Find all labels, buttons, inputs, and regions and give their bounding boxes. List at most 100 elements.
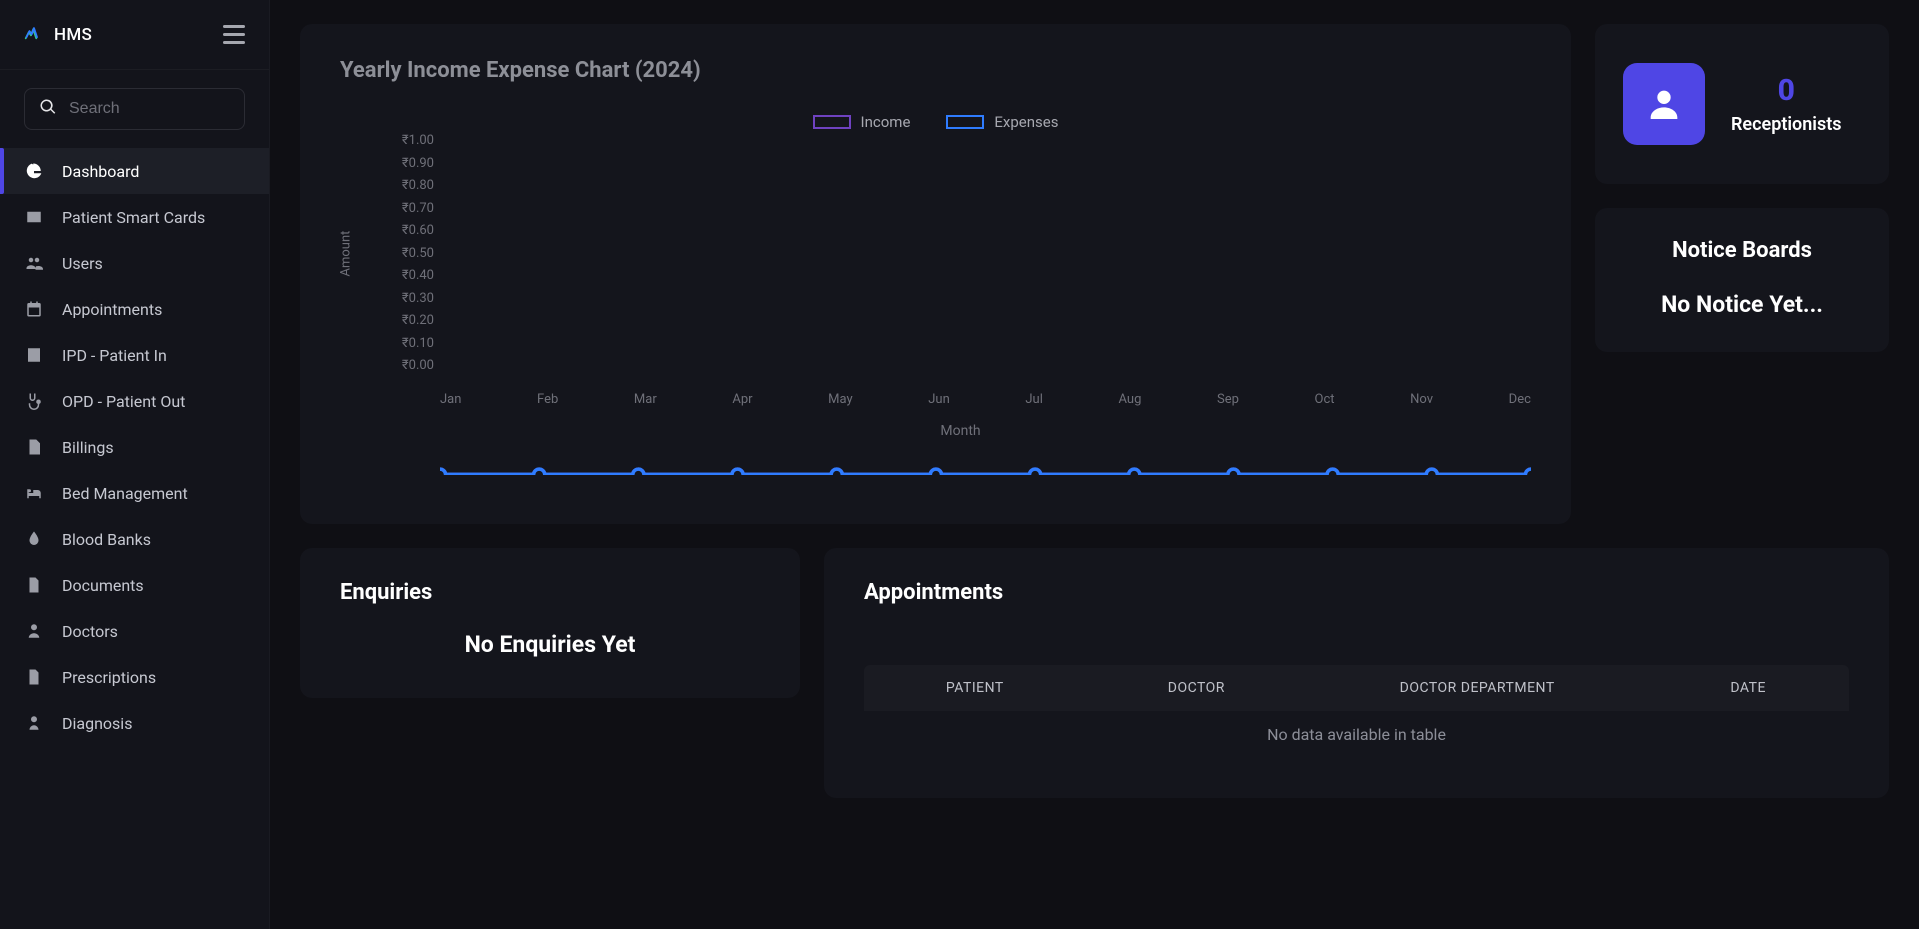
x-tick: May xyxy=(828,392,852,407)
x-tick: Jun xyxy=(928,392,950,407)
sidebar-item-label: Blood Banks xyxy=(62,530,151,549)
sidebar-item-label: IPD - Patient In xyxy=(62,346,167,365)
blood-drop-icon xyxy=(24,530,44,548)
stethoscope-icon xyxy=(24,392,44,410)
stat-value: 0 xyxy=(1731,73,1842,108)
appointments-title: Appointments xyxy=(864,580,1849,605)
menu-toggle-button[interactable] xyxy=(223,25,245,44)
appointments-empty-text: No data available in table xyxy=(864,711,1849,758)
stat-label: Receptionists xyxy=(1731,114,1842,135)
sidebar-item-doctors[interactable]: Doctors xyxy=(0,608,269,654)
sidebar-item-label: Patient Smart Cards xyxy=(62,208,205,227)
sidebar-item-diagnosis[interactable]: Diagnosis xyxy=(0,700,269,746)
sidebar-item-label: Users xyxy=(62,254,103,273)
col-doctor-department[interactable]: DOCTOR DEPARTMENT xyxy=(1307,680,1647,696)
calendar-icon xyxy=(24,300,44,318)
sidebar-nav: Dashboard Patient Smart Cards Users Appo… xyxy=(0,142,269,929)
search-icon xyxy=(39,98,57,120)
enquiries-card: Enquiries No Enquiries Yet xyxy=(300,548,800,698)
y-tick: ₹0.40 xyxy=(380,268,434,283)
search-input[interactable] xyxy=(67,99,278,119)
legend-label: Expenses xyxy=(994,113,1058,131)
sidebar-item-label: Appointments xyxy=(62,300,162,319)
x-ticks: Jan Feb Mar Apr May Jun Jul Aug Sep Oct … xyxy=(440,392,1531,407)
y-axis-label: Amount xyxy=(339,231,354,277)
document-icon xyxy=(24,576,44,594)
users-icon xyxy=(24,254,44,272)
enquiries-empty-text: No Enquiries Yet xyxy=(340,631,760,658)
sidebar-item-blood-banks[interactable]: Blood Banks xyxy=(0,516,269,562)
sidebar-item-appointments[interactable]: Appointments xyxy=(0,286,269,332)
col-date[interactable]: DATE xyxy=(1647,680,1849,696)
sidebar-item-bed-management[interactable]: Bed Management xyxy=(0,470,269,516)
sidebar-item-label: OPD - Patient Out xyxy=(62,392,185,411)
chart-title: Yearly Income Expense Chart (2024) xyxy=(340,58,1531,83)
sidebar-item-prescriptions[interactable]: Prescriptions xyxy=(0,654,269,700)
notice-empty-text: No Notice Yet... xyxy=(1631,291,1853,318)
sidebar-item-users[interactable]: Users xyxy=(0,240,269,286)
sidebar-item-label: Prescriptions xyxy=(62,668,156,687)
y-tick: ₹0.70 xyxy=(380,201,434,216)
x-tick: Jan xyxy=(440,392,461,407)
sidebar-item-label: Dashboard xyxy=(62,162,139,181)
col-doctor[interactable]: DOCTOR xyxy=(1086,680,1308,696)
legend-income[interactable]: Income xyxy=(813,113,911,131)
legend-swatch-expenses xyxy=(946,115,984,129)
sidebar-item-dashboard[interactable]: Dashboard xyxy=(0,148,269,194)
right-column: 0 Receptionists Notice Boards No Notice … xyxy=(1595,24,1889,524)
sidebar-item-ipd[interactable]: IPD - Patient In xyxy=(0,332,269,378)
prescription-icon xyxy=(24,668,44,686)
x-tick: Apr xyxy=(732,392,752,407)
chart-legend: Income Expenses xyxy=(340,113,1531,131)
notice-title: Notice Boards xyxy=(1631,238,1853,263)
y-tick: ₹0.10 xyxy=(380,336,434,351)
x-tick: Nov xyxy=(1410,392,1433,407)
x-tick: Mar xyxy=(634,392,657,407)
income-expense-chart-card: Yearly Income Expense Chart (2024) Incom… xyxy=(300,24,1571,524)
sidebar-item-label: Billings xyxy=(62,438,114,457)
receptionist-icon xyxy=(1623,63,1705,145)
x-tick: Feb xyxy=(537,392,558,407)
diagnosis-icon xyxy=(24,714,44,732)
sidebar-item-opd[interactable]: OPD - Patient Out xyxy=(0,378,269,424)
sidebar-item-patient-smart-cards[interactable]: Patient Smart Cards xyxy=(0,194,269,240)
x-tick: Oct xyxy=(1315,392,1335,407)
y-tick: ₹0.60 xyxy=(380,223,434,238)
sidebar-item-label: Documents xyxy=(62,576,144,595)
y-tick: ₹1.00 xyxy=(380,133,434,148)
sidebar-item-documents[interactable]: Documents xyxy=(0,562,269,608)
bottom-row: Enquiries No Enquiries Yet Appointments … xyxy=(300,548,1889,798)
bed-icon xyxy=(24,484,44,502)
sidebar: HMS Dashboard xyxy=(0,0,270,929)
y-ticks: ₹1.00 ₹0.90 ₹0.80 ₹0.70 ₹0.60 ₹0.50 ₹0.4… xyxy=(380,139,434,379)
chart-plot xyxy=(440,139,1531,475)
invoice-icon xyxy=(24,438,44,456)
appointments-card: Appointments PATIENT DOCTOR DOCTOR DEPAR… xyxy=(824,548,1889,798)
sidebar-item-billings[interactable]: Billings xyxy=(0,424,269,470)
search-wrap xyxy=(0,70,269,142)
top-row: Yearly Income Expense Chart (2024) Incom… xyxy=(300,24,1889,524)
receptionists-stat-card[interactable]: 0 Receptionists xyxy=(1595,24,1889,184)
y-tick: ₹0.30 xyxy=(380,291,434,306)
legend-swatch-income xyxy=(813,115,851,129)
y-tick: ₹0.20 xyxy=(380,313,434,328)
appointments-table-head: PATIENT DOCTOR DOCTOR DEPARTMENT DATE xyxy=(864,665,1849,711)
hospital-in-icon xyxy=(24,346,44,364)
brand[interactable]: HMS xyxy=(22,24,92,46)
sidebar-item-label: Doctors xyxy=(62,622,118,641)
brand-row: HMS xyxy=(0,0,269,70)
appointments-table: PATIENT DOCTOR DOCTOR DEPARTMENT DATE No… xyxy=(864,665,1849,758)
y-tick: ₹0.50 xyxy=(380,246,434,261)
search-box[interactable] xyxy=(24,88,245,130)
main-content: Yearly Income Expense Chart (2024) Incom… xyxy=(270,0,1919,929)
y-tick: ₹0.90 xyxy=(380,156,434,171)
chart-area: Amount ₹1.00 ₹0.90 ₹0.80 ₹0.70 ₹0.60 ₹0.… xyxy=(390,139,1531,419)
x-tick: Aug xyxy=(1119,392,1142,407)
legend-label: Income xyxy=(861,113,911,131)
legend-expenses[interactable]: Expenses xyxy=(946,113,1058,131)
col-patient[interactable]: PATIENT xyxy=(864,680,1086,696)
sidebar-item-label: Diagnosis xyxy=(62,714,132,733)
x-tick: Dec xyxy=(1509,392,1531,407)
y-tick: ₹0.00 xyxy=(380,358,434,373)
sidebar-item-label: Bed Management xyxy=(62,484,188,503)
